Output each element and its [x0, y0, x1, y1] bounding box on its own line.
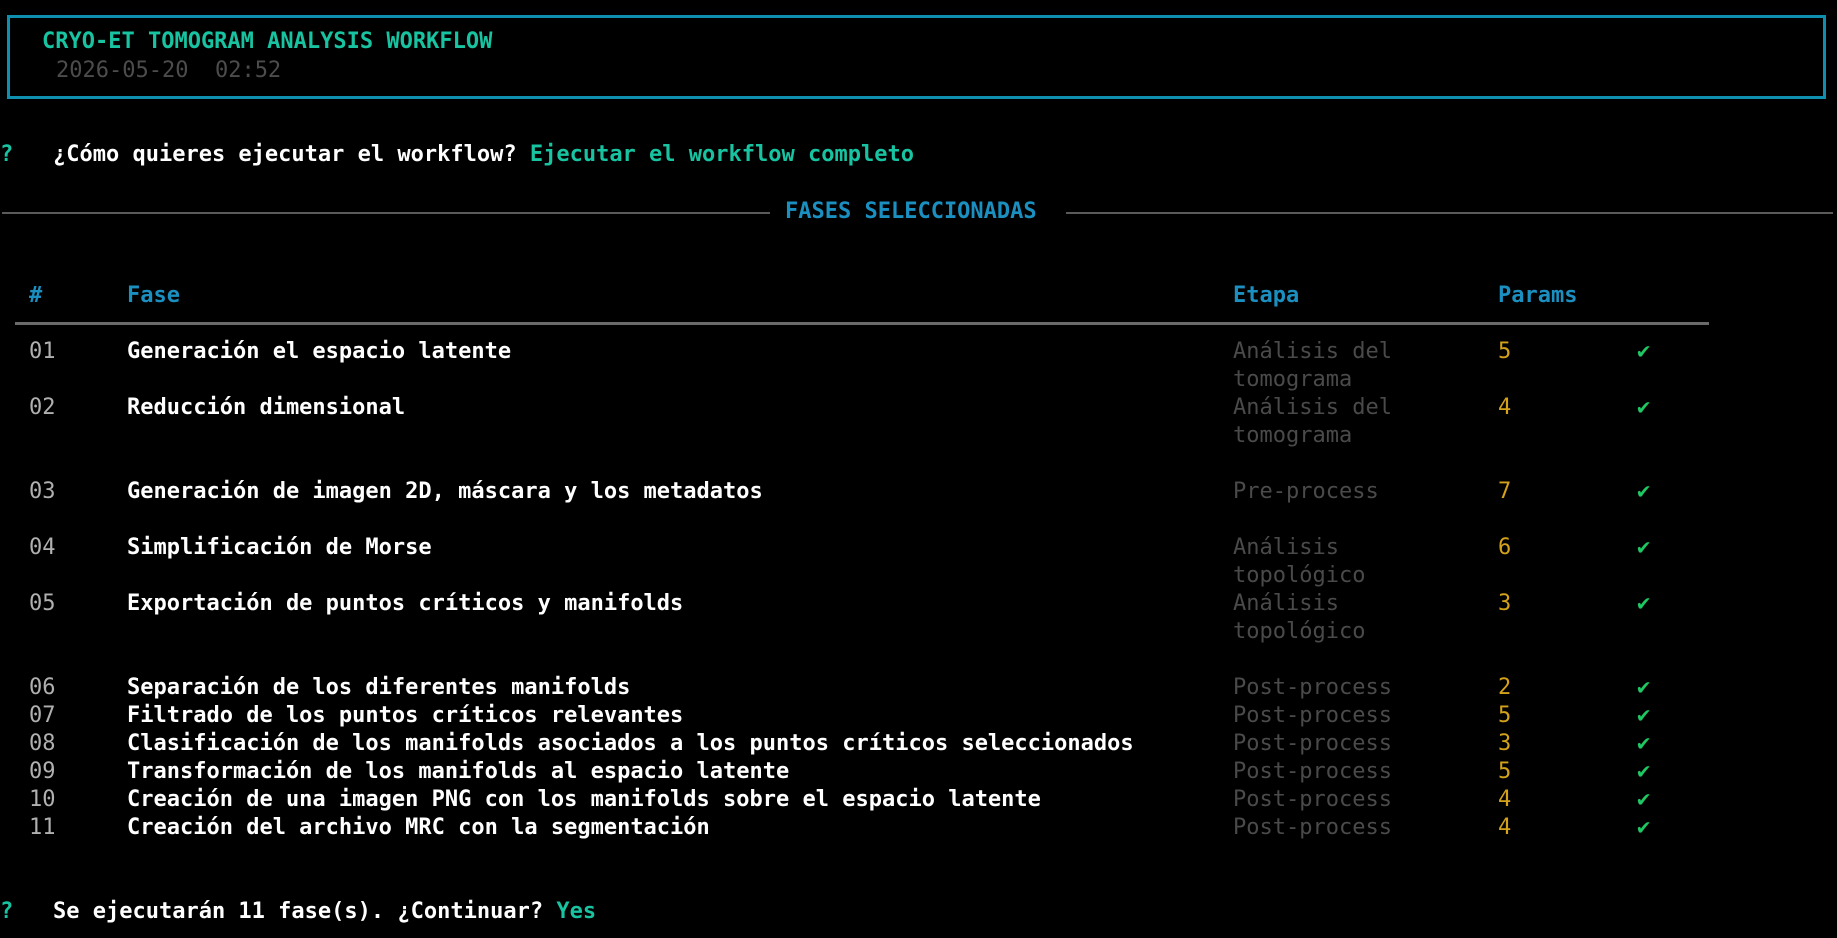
row-fase: Simplificación de Morse [127, 535, 432, 560]
row-params: 6 [1498, 535, 1512, 560]
row-fase: Generación el espacio latente [127, 339, 512, 364]
prompt-answer[interactable]: Yes [556, 899, 596, 924]
header-datetime: 2026-05-20 02:52 [56, 57, 281, 85]
row-params: 4 [1498, 815, 1512, 840]
check-icon: ✔ [1637, 703, 1651, 728]
prompt-confirm: ? Se ejecutarán 11 fase(s). ¿Continuar? … [0, 898, 596, 926]
row-fase: Separación de los diferentes manifolds [127, 675, 631, 700]
row-fase: Creación del archivo MRC con la segmenta… [127, 815, 710, 840]
row-etapa: Post-process [1233, 731, 1392, 756]
row-params: 4 [1498, 395, 1512, 420]
prompt-answer[interactable]: Ejecutar el workflow completo [530, 142, 914, 167]
row-etapa: Pre-process [1233, 479, 1379, 504]
check-icon: ✔ [1637, 675, 1651, 700]
app-title: CRYO-ET TOMOGRAM ANALYSIS WORKFLOW [42, 29, 493, 54]
column-header-fase: Fase [127, 283, 180, 308]
check-icon: ✔ [1637, 479, 1651, 504]
row-number: 02 [29, 395, 56, 420]
check-icon: ✔ [1637, 787, 1651, 812]
row-etapa: Análisis del tomograma [1233, 339, 1392, 392]
section-rule-left [2, 212, 770, 214]
row-params: 2 [1498, 675, 1512, 700]
row-params: 4 [1498, 787, 1512, 812]
row-params: 3 [1498, 731, 1512, 756]
row-fase: Clasificación de los manifolds asociados… [127, 731, 1134, 756]
row-etapa: Análisis topológico [1233, 591, 1366, 644]
table-header-rule [15, 322, 1709, 325]
row-etapa: Análisis topológico [1233, 535, 1366, 588]
check-icon: ✔ [1637, 591, 1651, 616]
prompt-execution-mode: ? ¿Cómo quieres ejecutar el workflow? Ej… [0, 141, 914, 169]
row-etapa: Post-process [1233, 703, 1392, 728]
row-params: 5 [1498, 339, 1512, 364]
check-icon: ✔ [1637, 535, 1651, 560]
row-params: 7 [1498, 479, 1512, 504]
column-header-etapa: Etapa [1233, 283, 1300, 308]
row-number: 03 [29, 479, 56, 504]
row-fase: Creación de una imagen PNG con los manif… [127, 787, 1041, 812]
row-number: 11 [29, 815, 56, 840]
row-etapa: Post-process [1233, 815, 1392, 840]
row-etapa: Post-process [1233, 787, 1392, 812]
row-etapa: Post-process [1233, 675, 1392, 700]
row-fase: Filtrado de los puntos críticos relevant… [127, 703, 684, 728]
prompt-question-mark: ? [0, 899, 14, 924]
row-fase: Reducción dimensional [127, 395, 406, 420]
prompt-question: ¿Cómo quieres ejecutar el workflow? [53, 142, 517, 167]
row-number: 01 [29, 339, 56, 364]
row-params: 5 [1498, 759, 1512, 784]
row-number: 05 [29, 591, 56, 616]
prompt-question: Se ejecutarán 11 fase(s). ¿Continuar? [53, 899, 544, 924]
row-number: 04 [29, 535, 56, 560]
check-icon: ✔ [1637, 731, 1651, 756]
row-number: 10 [29, 787, 56, 812]
column-header-params: Params [1498, 283, 1578, 308]
row-etapa: Post-process [1233, 759, 1392, 784]
column-header-num: # [29, 283, 43, 308]
check-icon: ✔ [1637, 759, 1651, 784]
section-title: FASES SELECCIONADAS [785, 199, 1037, 224]
row-params: 5 [1498, 703, 1512, 728]
row-params: 3 [1498, 591, 1512, 616]
row-number: 07 [29, 703, 56, 728]
check-icon: ✔ [1637, 339, 1651, 364]
check-icon: ✔ [1637, 395, 1651, 420]
row-fase: Transformación de los manifolds al espac… [127, 759, 790, 784]
row-etapa: Análisis del tomograma [1233, 395, 1392, 448]
row-number: 08 [29, 731, 56, 756]
section-rule-right [1066, 212, 1833, 214]
row-number: 09 [29, 759, 56, 784]
row-number: 06 [29, 675, 56, 700]
header-date: 2026-05-20 [56, 58, 189, 83]
check-icon: ✔ [1637, 815, 1651, 840]
prompt-question-mark: ? [0, 142, 14, 167]
row-fase: Generación de imagen 2D, máscara y los m… [127, 479, 763, 504]
header-time: 02:52 [214, 58, 282, 83]
row-fase: Exportación de puntos críticos y manifol… [127, 591, 684, 616]
